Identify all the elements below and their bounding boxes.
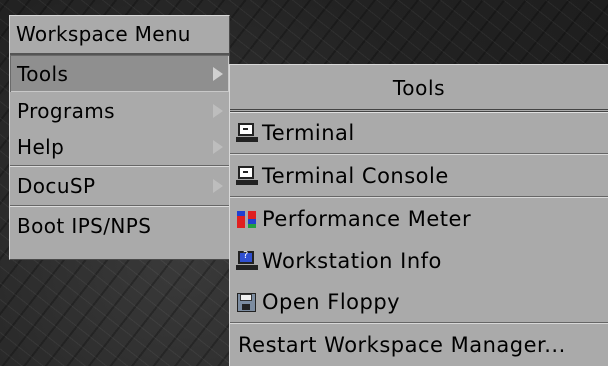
menu-item-label: Workstation Info xyxy=(262,248,442,273)
performance-meter-icon xyxy=(236,208,258,230)
menu-item-open-floppy[interactable]: Open Floppy xyxy=(230,281,608,322)
menu-item-restart-workspace-manager[interactable]: Restart Workspace Manager... xyxy=(230,324,608,365)
workstation-info-icon xyxy=(236,250,258,272)
menu-item-label: Help xyxy=(17,135,65,159)
floppy-icon xyxy=(236,291,258,313)
menu-item-label: Performance Meter xyxy=(262,207,472,231)
menu-item-label: Boot IPS/NPS xyxy=(17,214,152,238)
tools-submenu-title: Tools xyxy=(230,65,608,112)
menu-item-terminal[interactable]: Terminal xyxy=(230,112,608,153)
submenu-arrow-icon xyxy=(213,140,223,154)
menu-item-workstation-info[interactable]: Workstation Info xyxy=(230,240,608,281)
menu-item-programs[interactable]: Programs xyxy=(10,92,229,129)
menu-item-label: Restart Workspace Manager... xyxy=(238,332,566,357)
submenu-arrow-icon xyxy=(213,103,223,118)
menu-item-terminal-console[interactable]: Terminal Console xyxy=(230,155,608,196)
menu-item-label: Open Floppy xyxy=(262,289,401,314)
submenu-arrow-icon xyxy=(213,66,223,81)
menu-item-label: Terminal Console xyxy=(262,163,449,188)
menu-item-boot-ips-nps[interactable]: Boot IPS/NPS xyxy=(10,207,229,245)
tools-submenu: Tools Terminal Terminal Console Performa… xyxy=(229,64,608,366)
terminal-icon xyxy=(236,165,258,187)
workspace-menu: Workspace Menu Tools Programs Help DocuS… xyxy=(9,15,230,260)
menu-item-tools[interactable]: Tools xyxy=(10,55,229,92)
submenu-arrow-icon xyxy=(213,179,223,193)
menu-item-label: DocuSP xyxy=(17,174,96,198)
menu-item-label: Programs xyxy=(17,98,116,123)
workspace-menu-title: Workspace Menu xyxy=(10,16,229,55)
menu-item-docusp[interactable]: DocuSP xyxy=(10,167,229,205)
terminal-icon xyxy=(236,122,258,144)
menu-item-help[interactable]: Help xyxy=(10,129,229,165)
menu-item-performance-meter[interactable]: Performance Meter xyxy=(230,198,608,240)
menu-item-label: Terminal xyxy=(262,120,355,145)
menu-item-label: Tools xyxy=(17,61,69,86)
